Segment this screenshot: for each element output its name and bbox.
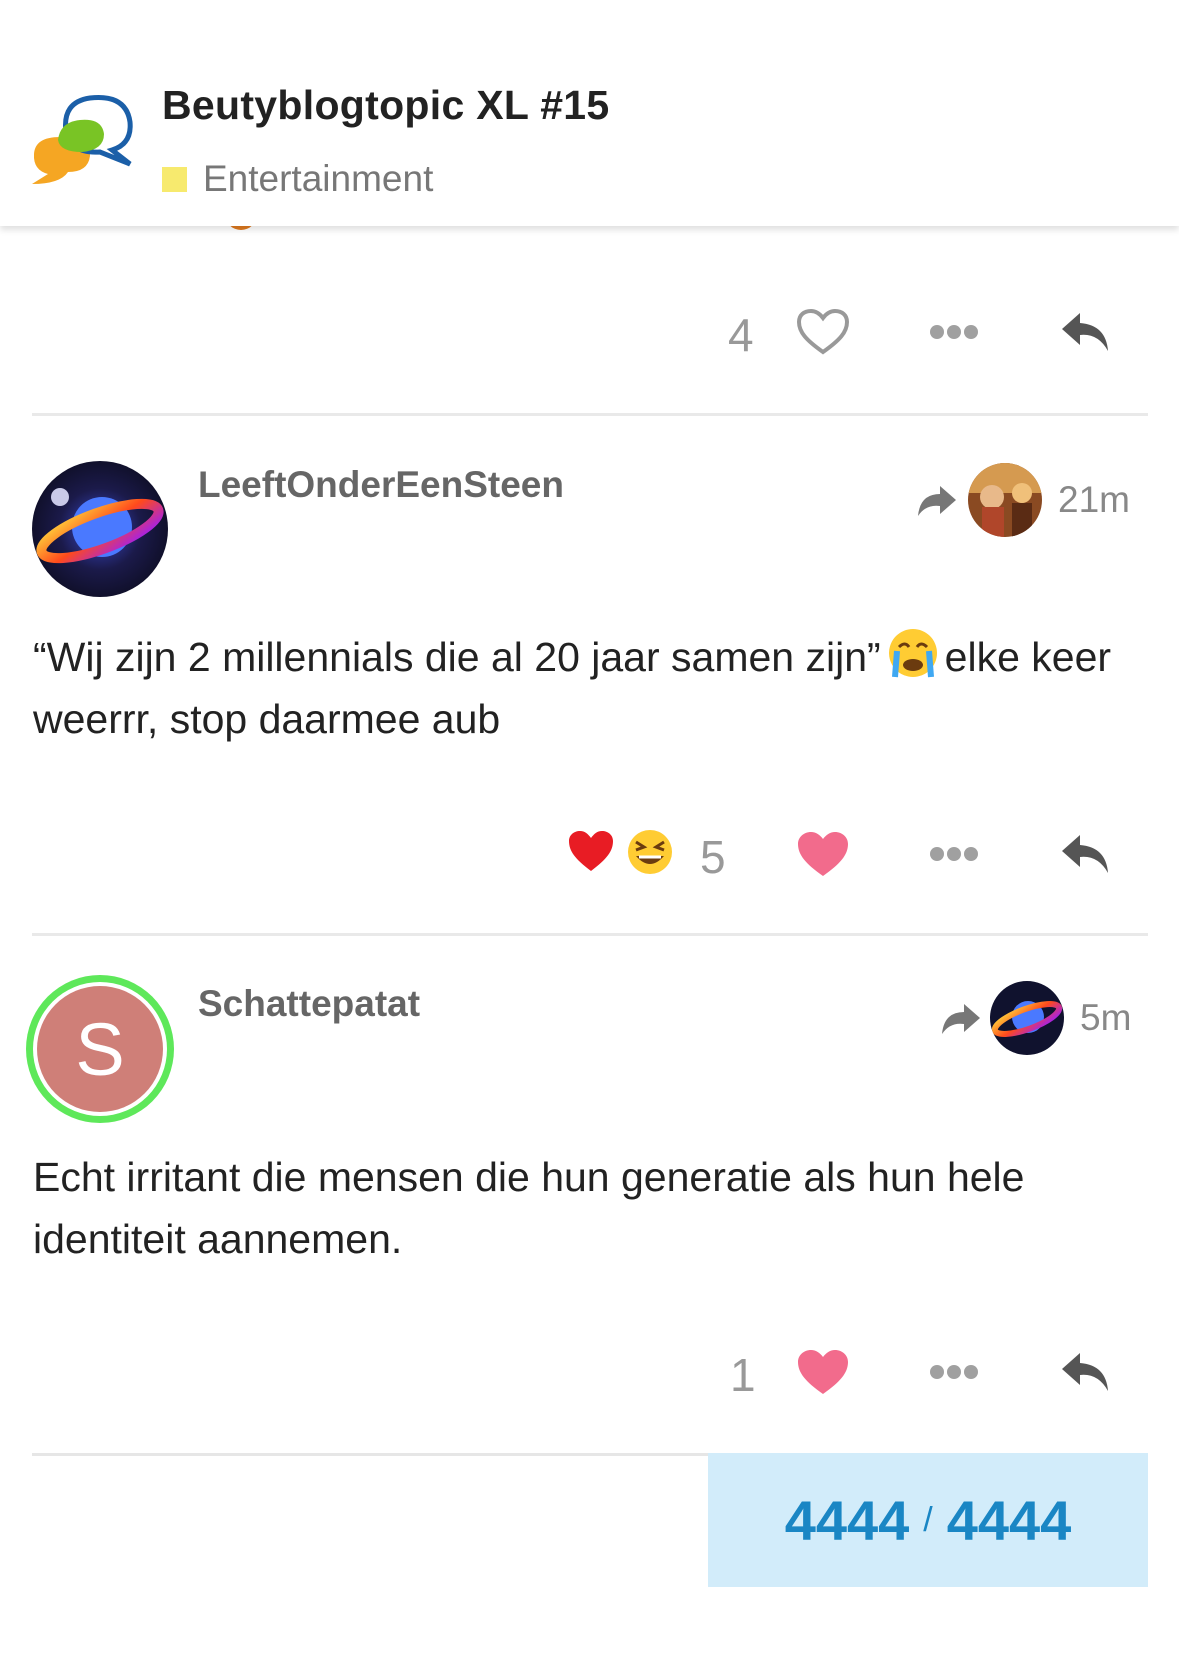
user-avatar[interactable] xyxy=(32,461,168,597)
reply-to-avatar[interactable] xyxy=(990,981,1064,1055)
post-text-part: “Wij zijn 2 millennials die al 20 jaar s… xyxy=(33,634,881,680)
reply-icon[interactable] xyxy=(1055,826,1115,882)
like-filled-icon[interactable] xyxy=(795,826,851,882)
post-meta: 21m xyxy=(916,463,1130,537)
category-badge[interactable]: Entertainment xyxy=(162,158,433,200)
topic-title[interactable]: Beutyblogtopic XL #15 xyxy=(162,82,610,129)
grinning-squinting-emoji[interactable] xyxy=(624,826,676,878)
post-body: “Wij zijn 2 millennials die al 20 jaar s… xyxy=(33,626,1143,750)
like-count[interactable]: 4 xyxy=(728,308,754,362)
more-options-icon[interactable] xyxy=(922,828,986,880)
more-options-icon[interactable] xyxy=(922,1346,986,1398)
user-avatar[interactable]: S xyxy=(24,973,176,1125)
chat-bubbles-logo-icon[interactable] xyxy=(30,92,140,192)
post-divider xyxy=(32,1453,708,1456)
post-actions: 4 xyxy=(0,300,1179,370)
reply-to-avatar[interactable] xyxy=(968,463,1042,537)
reply-to-arrow-icon xyxy=(942,1004,980,1034)
heart-emoji[interactable] xyxy=(566,826,616,876)
post-username[interactable]: LeeftOnderEenSteen xyxy=(198,464,564,506)
crying-face-emoji xyxy=(888,629,937,678)
like-count[interactable]: 5 xyxy=(700,830,726,884)
more-options-icon[interactable] xyxy=(922,306,986,358)
post-time[interactable]: 5m xyxy=(1080,997,1131,1039)
post-divider xyxy=(32,933,1148,936)
like-count[interactable]: 1 xyxy=(730,1348,756,1402)
progress-separator: / xyxy=(923,1500,933,1539)
reply-to-arrow-icon xyxy=(918,486,956,516)
reply-icon[interactable] xyxy=(1055,304,1115,360)
post-body: Echt irritant die mensen die hun generat… xyxy=(33,1154,1025,1262)
post-actions: 5 xyxy=(0,822,1179,892)
category-color-swatch xyxy=(162,166,187,192)
post-divider xyxy=(32,413,1148,416)
like-filled-icon[interactable] xyxy=(795,1344,851,1400)
topic-progress[interactable]: 4444 / 4444 xyxy=(708,1453,1148,1587)
topic-header: Beutyblogtopic XL #15 Entertainment xyxy=(0,0,1179,226)
post-time[interactable]: 21m xyxy=(1058,479,1130,521)
progress-current: 4444 xyxy=(784,1488,910,1552)
reply-icon[interactable] xyxy=(1055,1344,1115,1400)
avatar-letter: S xyxy=(75,1007,125,1091)
category-label: Entertainment xyxy=(203,158,434,199)
post-meta: 5m xyxy=(940,981,1131,1055)
post-actions: 1 xyxy=(0,1340,1179,1410)
post-username[interactable]: Schattepatat xyxy=(198,983,420,1025)
like-outline-icon[interactable] xyxy=(795,304,851,360)
progress-total: 4444 xyxy=(946,1488,1072,1552)
